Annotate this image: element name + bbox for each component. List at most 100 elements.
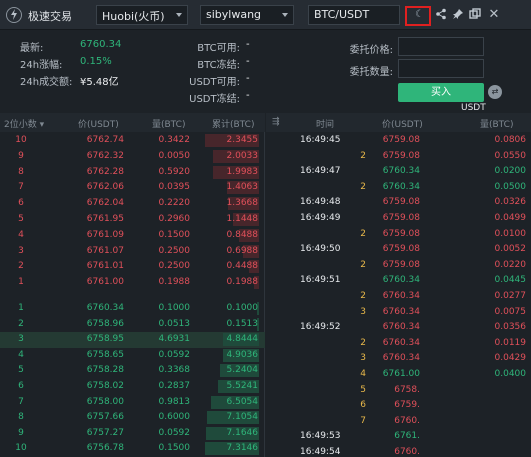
ask-qty: 0.2220	[158, 198, 191, 209]
bid-idx: 9	[18, 427, 24, 438]
bid-row[interactable]: 7 6758.00 0.9813 6.5054	[0, 395, 265, 411]
buy-button[interactable]: 买入	[398, 83, 484, 102]
trade-qty: 0.0400	[494, 369, 527, 379]
swap-icon[interactable]: ⇄	[488, 85, 502, 99]
order-book: 2位小数 ▾ 价(USDT) 量(BTC) 累计(BTC) 10 6762.74 0…	[0, 113, 265, 457]
moon-icon: ☾	[415, 9, 424, 20]
trade-row: 2 6759.08 0.0220	[266, 258, 531, 274]
bid-row[interactable]: 4 6758.65 0.0592 4.9036	[0, 348, 265, 364]
ask-idx: 6	[18, 198, 24, 209]
list-toggle-icon[interactable]: ⇶	[272, 117, 280, 127]
ask-idx: 9	[18, 150, 24, 161]
trade-qty: 0.0500	[494, 181, 527, 192]
ask-row[interactable]: 1 6761.00 0.1988 0.1988	[0, 275, 265, 291]
bid-price: 6758.28	[86, 365, 124, 376]
bid-price: 6758.65	[86, 349, 124, 360]
change-label: 24h涨幅:	[20, 60, 63, 71]
account-select[interactable]: sibylwang	[200, 5, 294, 25]
order-quantity-label: 委托数量:	[349, 67, 393, 78]
trade-time: 16:49:45	[300, 135, 341, 145]
quantity-column-header: 量(BTC)	[152, 120, 186, 130]
ask-row[interactable]: 2 6761.01 0.2500 0.4488	[0, 259, 265, 275]
bid-price: 6758.96	[86, 318, 124, 329]
bid-row[interactable]: 6 6758.02 0.2837 5.5241	[0, 379, 265, 395]
bid-qty: 0.3368	[158, 365, 191, 376]
bid-row[interactable]: 1 6760.34 0.1000 0.1000	[0, 301, 265, 317]
bid-row[interactable]: 8 6757.66 0.6000 7.1054	[0, 410, 265, 426]
trade-row: 5 6758.	[266, 383, 531, 399]
ask-qty: 0.0050	[158, 150, 191, 161]
trade-price: 6759.08	[382, 244, 420, 255]
ask-qty: 0.5920	[158, 166, 191, 177]
account-select-value: sibylwang	[206, 8, 262, 21]
trade-time: 16:49:49	[300, 213, 341, 223]
trade-dir: 4	[360, 369, 366, 379]
market-info-panel: 最新: 6760.34 24h涨幅: 0.15% 24h成交额: ¥5.48亿 …	[0, 31, 531, 113]
trade-qty: 0.0220	[494, 259, 527, 270]
trade-qty: 0.0499	[494, 213, 527, 223]
ask-row[interactable]: 10 6762.74 0.3422 2.3455	[0, 133, 265, 149]
trade-qty: 0.0806	[494, 135, 527, 145]
ask-row[interactable]: 7 6762.06 0.0395 1.4063	[0, 180, 265, 196]
trade-row: 2 6760.34 0.0277	[266, 289, 531, 305]
bid-row[interactable]: 10 6756.78 0.1500 7.3146	[0, 441, 265, 457]
trade-row: 16:49:47 6760.34 0.0200	[266, 164, 531, 180]
bid-qty: 0.0592	[158, 427, 191, 438]
bid-total: 5.5241	[226, 381, 259, 391]
ask-total: 0.8488	[226, 229, 259, 240]
precision-select[interactable]: 2位小数 ▾	[4, 117, 44, 130]
bid-idx: 2	[18, 318, 24, 329]
exchange-select[interactable]: Huobi(火币)	[96, 5, 188, 25]
ask-row[interactable]: 4 6761.09 0.1500 0.8488	[0, 228, 265, 244]
trade-time: 16:49:52	[300, 322, 341, 333]
trade-price: 6759.08	[382, 213, 420, 223]
ask-idx: 10	[15, 135, 27, 145]
bolt-logo-icon	[6, 7, 22, 23]
ask-row[interactable]: 6 6762.04 0.2220 1.3668	[0, 196, 265, 212]
trade-qty: 0.0119	[494, 337, 527, 348]
share-icon[interactable]	[434, 8, 448, 22]
btc-available-label: BTC可用:	[197, 43, 240, 54]
restore-window-icon[interactable]	[468, 8, 482, 22]
trade-price: 6760.34	[382, 337, 420, 348]
trade-dir: 2	[360, 181, 366, 192]
ask-price: 6761.09	[86, 229, 124, 240]
trade-dir: 3	[360, 306, 366, 317]
trade-price: 6760.34	[382, 166, 420, 177]
pair-input[interactable]: BTC/USDT	[308, 5, 400, 25]
trade-price: 6761.	[394, 431, 420, 442]
trade-time: 16:49:54	[300, 447, 341, 457]
order-price-input[interactable]	[398, 37, 484, 56]
ask-qty: 0.1988	[158, 277, 191, 288]
ask-row[interactable]: 5 6761.95 0.2960 1.1448	[0, 212, 265, 228]
night-mode-button[interactable]: ☾	[405, 6, 431, 26]
trade-price: 6760.34	[382, 275, 420, 286]
pin-icon[interactable]	[451, 8, 465, 22]
trade-dir: 7	[360, 415, 366, 426]
bid-total: 0.1000	[226, 303, 259, 313]
trade-time: 16:49:48	[300, 197, 341, 208]
trade-price: 6760.34	[382, 181, 420, 192]
ask-price: 6762.04	[86, 198, 124, 209]
trade-price: 6759.08	[382, 150, 420, 161]
trade-price: 6759.08	[382, 259, 420, 270]
bid-row[interactable]: 5 6758.28 0.3368 5.2404	[0, 363, 265, 379]
trade-dir: 6	[360, 400, 366, 411]
bid-total: 7.1054	[226, 412, 259, 423]
bid-price: 6758.00	[86, 396, 124, 407]
trade-dir: 3	[360, 353, 366, 364]
ask-row[interactable]: 3 6761.07 0.2500 0.6988	[0, 244, 265, 260]
bid-row[interactable]: 9 6757.27 0.0592 7.1646	[0, 426, 265, 442]
bid-price: 6757.66	[86, 412, 124, 423]
trade-time: 16:49:53	[300, 431, 341, 442]
trade-time: 16:49:47	[300, 166, 341, 177]
ask-row[interactable]: 8 6762.28 0.5920 1.9983	[0, 165, 265, 181]
ask-row[interactable]: 9 6762.32 0.0050 2.0033	[0, 149, 265, 165]
bid-row[interactable]: 3 6758.95 4.6931 4.8444	[0, 332, 265, 348]
order-quantity-input[interactable]	[398, 59, 484, 78]
ask-price: 6762.74	[86, 135, 124, 145]
trade-price: 6760.34	[382, 291, 420, 301]
trade-qty: 0.0550	[494, 150, 527, 161]
bid-row[interactable]: 2 6758.96 0.0513 0.1513	[0, 317, 265, 333]
close-icon[interactable]: ✕	[487, 8, 501, 22]
